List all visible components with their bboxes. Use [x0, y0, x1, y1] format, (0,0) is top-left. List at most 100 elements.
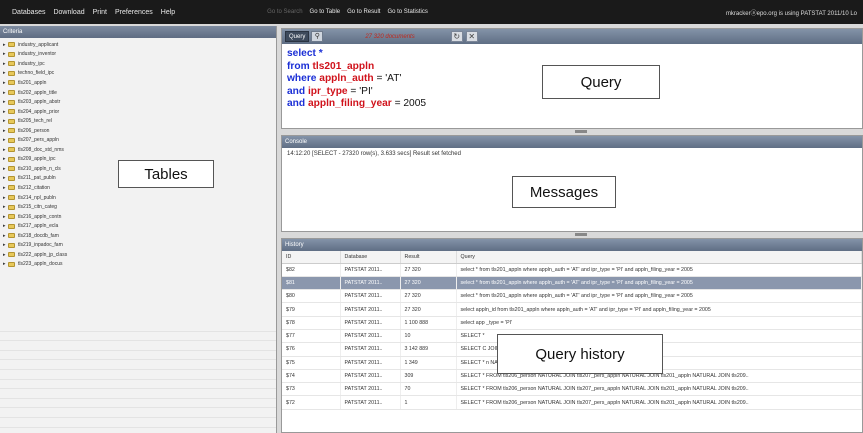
- history-result-cell: 3 142 889: [400, 342, 457, 357]
- menu-item-help[interactable]: Help: [161, 9, 175, 16]
- history-id-cell: $77: [282, 329, 341, 344]
- history-id-cell: $72: [282, 395, 341, 410]
- close-icon[interactable]: ✕: [465, 31, 478, 42]
- tree-item-industry_inventor[interactable]: ▸ industry_inventor: [0, 50, 276, 60]
- console-history-splitter[interactable]: [575, 233, 587, 236]
- history-row[interactable]: $80 PATSTAT 2011.. 27 320 select * from tls…: [282, 289, 862, 304]
- history-result-cell: 27 320: [400, 302, 457, 317]
- tree-item-label: tls216_appln_contn: [18, 213, 62, 220]
- menu-item-databases[interactable]: Databases: [12, 9, 45, 16]
- history-query-cell: SELECT * FROM tls206_person NATURAL JOIN…: [456, 382, 862, 397]
- history-row[interactable]: $72 PATSTAT 2011.. 1 SELECT * FROM tls206_p…: [282, 395, 862, 410]
- tree-item-tls204_appln_prior[interactable]: ▸ tls204_appln_prior: [0, 107, 276, 117]
- sql-value: = 'PI': [347, 85, 373, 97]
- history-id-cell: $75: [282, 356, 341, 370]
- folder-icon: [8, 80, 15, 86]
- console-header: Console: [282, 136, 862, 148]
- sql-line-1: select *: [287, 48, 323, 59]
- tree-item-label: industry_applicant: [18, 41, 59, 48]
- tree-item-tls219_inpadoc_fam[interactable]: ▸ tls219_inpadoc_fam: [0, 240, 276, 250]
- tree-item-label: tls203_appln_abstr: [18, 99, 61, 106]
- tree-item-tls206_person[interactable]: ▸ tls206_person: [0, 126, 276, 136]
- history-row[interactable]: $73 PATSTAT 2011.. 70 SELECT * FROM tls206_…: [282, 382, 862, 397]
- folder-icon: [8, 252, 15, 258]
- refresh-icon[interactable]: ↻: [450, 31, 463, 42]
- history-row[interactable]: $81 PATSTAT 2011.. 27 320 select * from tls…: [282, 276, 862, 291]
- tree-item-label: tls209_appln_ipc: [18, 156, 56, 163]
- tree-item-tls214_npl_publn[interactable]: ▸ tls214_npl_publn: [0, 193, 276, 203]
- tree-item-tls207_pers_appln[interactable]: ▸ tls207_pers_appln: [0, 135, 276, 145]
- user-status: mkrackerⓐepo.org is using PATSTAT 2011/1…: [725, 10, 857, 17]
- tree-item-tls223_appln_docus[interactable]: ▸ tls223_appln_docus: [0, 260, 276, 270]
- menu-item-preferences[interactable]: Preferences: [115, 9, 153, 16]
- tree-item-label: tls202_appln_title: [18, 89, 57, 96]
- sql-identifier: tls201_appln: [312, 60, 375, 72]
- folder-icon: [8, 70, 15, 76]
- nav-go-to-table[interactable]: Go to Table: [310, 9, 341, 15]
- search-icon[interactable]: ⚲: [311, 31, 324, 42]
- history-result-cell: 309: [400, 369, 457, 384]
- folder-icon: [8, 214, 15, 220]
- tree-item-tls216_appln_contn[interactable]: ▸ tls216_appln_contn: [0, 212, 276, 222]
- sql-identifier: ipr_type: [307, 85, 348, 97]
- sql-keyword: from: [287, 60, 313, 72]
- history-id-cell: $79: [282, 302, 341, 317]
- tables-callout: Tables: [118, 160, 214, 188]
- column-header-query[interactable]: Query: [456, 251, 862, 264]
- tree-item-label: tls215_citn_categ: [18, 204, 57, 211]
- tree-item-tls202_appln_title[interactable]: ▸ tls202_appln_title: [0, 88, 276, 98]
- history-row[interactable]: $79 PATSTAT 2011.. 27 320 select appln_id f…: [282, 302, 862, 317]
- history-id-cell: $82: [282, 263, 341, 277]
- menu-item-download[interactable]: Download: [53, 9, 84, 16]
- column-header-database[interactable]: Database: [340, 251, 401, 264]
- nav-go-to-result[interactable]: Go to Result: [347, 9, 380, 15]
- history-database-cell: PATSTAT 2011..: [340, 382, 401, 397]
- tree-item-tls208_doc_std_nms[interactable]: ▸ tls208_doc_std_nms: [0, 145, 276, 155]
- tree-item-tls205_tech_rel[interactable]: ▸ tls205_tech_rel: [0, 116, 276, 126]
- sql-identifier: appln_auth: [319, 73, 374, 84]
- tree-item-tls217_appln_ecla[interactable]: ▸ tls217_appln_ecla: [0, 221, 276, 231]
- sql-keyword: and: [287, 98, 308, 109]
- tree-item-label: tls208_doc_std_nms: [18, 146, 64, 153]
- tree-item-label: tls212_citation: [18, 184, 50, 191]
- history-result-cell: 1 349: [400, 356, 457, 370]
- query-button[interactable]: Query: [285, 31, 310, 42]
- tree-item-label: tls219_inpadoc_fam: [18, 242, 63, 249]
- history-row[interactable]: $82 PATSTAT 2011.. 27 320 select * from tls…: [282, 263, 862, 277]
- folder-icon: [8, 99, 15, 105]
- history-row[interactable]: $78 PATSTAT 2011.. 1 100 888 select app _ty…: [282, 316, 862, 330]
- tree-item-label: tls204_appln_prior: [18, 108, 60, 115]
- tree-item-tls201_appln[interactable]: ▸ tls201_appln: [0, 78, 276, 88]
- history-result-cell: 27 320: [400, 263, 457, 277]
- history-result-cell: 70: [400, 382, 457, 397]
- tree-item-techno_field_ipc[interactable]: ▸ techno_field_ipc: [0, 69, 276, 79]
- history-database-cell: PATSTAT 2011..: [340, 342, 401, 357]
- history-id-cell: $74: [282, 369, 341, 384]
- history-id-cell: $80: [282, 289, 341, 304]
- tree-item-label: tls211_pat_publn: [18, 175, 56, 182]
- folder-icon: [8, 195, 15, 201]
- sql-value: = 2005: [391, 98, 427, 109]
- main-menu: Databases Download Print Preferences Help: [12, 9, 183, 16]
- console-message: 14:12:20 [SELECT - 27320 row(s), 3.633 s…: [287, 151, 461, 157]
- column-header-result[interactable]: Result: [400, 251, 457, 264]
- tree-item-tls215_citn_categ[interactable]: ▸ tls215_citn_categ: [0, 202, 276, 212]
- tree-item-label: tls217_appln_ecla: [18, 223, 59, 230]
- tree-item-tls203_appln_abstr[interactable]: ▸ tls203_appln_abstr: [0, 97, 276, 107]
- sql-keyword: where: [287, 73, 320, 84]
- history-result-cell: 27 320: [400, 276, 457, 291]
- column-header-id[interactable]: ID: [282, 251, 341, 264]
- tree-item-industry_applicant[interactable]: ▸ industry_applicant: [0, 40, 276, 50]
- menu-item-print[interactable]: Print: [93, 9, 107, 16]
- history-id-cell: $76: [282, 342, 341, 357]
- tree-item-tls222_appln_jp_class[interactable]: ▸ tls222_appln_jp_class: [0, 250, 276, 260]
- history-database-cell: PATSTAT 2011..: [340, 329, 401, 344]
- tree-item-industry_ipc[interactable]: ▸ industry_ipc: [0, 59, 276, 69]
- folder-icon: [8, 261, 15, 267]
- nav-go-to-search[interactable]: Go to Search: [267, 9, 302, 15]
- tree-item-tls218_docdb_fam[interactable]: ▸ tls218_docdb_fam: [0, 231, 276, 241]
- history-query-cell: select * from tls201_appln where appln_a…: [456, 289, 862, 304]
- query-console-splitter[interactable]: [575, 130, 587, 133]
- nav-go-to-statistics[interactable]: Go to Statistics: [387, 9, 427, 15]
- menu-bar: Databases Download Print Preferences Help Go…: [0, 0, 863, 24]
